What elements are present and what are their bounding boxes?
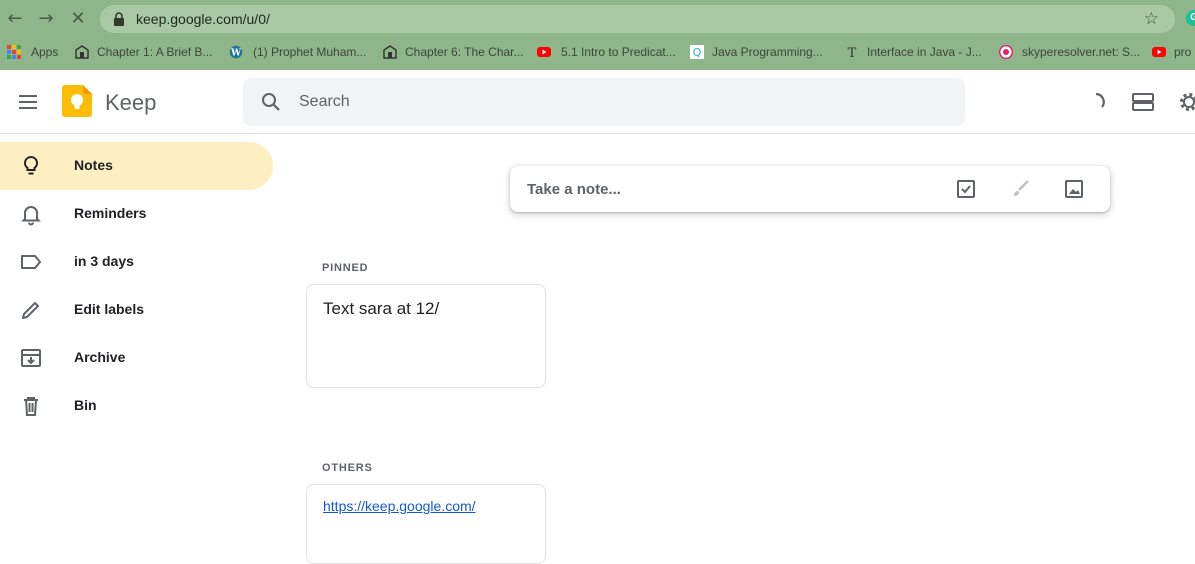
app-brand: Keep — [105, 90, 156, 116]
youtube-icon — [1152, 45, 1166, 59]
bookmark-label: Apps — [31, 43, 58, 61]
svg-text:W: W — [230, 49, 242, 59]
bookmark-label: skyperesolver.net: S... — [1022, 43, 1140, 61]
bookmark-label: Java Programming... — [712, 43, 823, 61]
archive-site-icon — [383, 45, 397, 59]
app-header: Keep — [0, 70, 1195, 134]
others-section-label: OTHERS — [322, 462, 373, 474]
search-input[interactable] — [299, 88, 939, 116]
take-note-placeholder: Take a note... — [527, 181, 621, 198]
sidebar-item-edit-labels[interactable]: Edit labels — [0, 286, 273, 334]
sidebar-item-bin[interactable]: Bin — [0, 382, 273, 430]
skype-resolver-icon — [999, 45, 1013, 59]
search-bar[interactable] — [243, 78, 965, 126]
new-drawing-brush-icon[interactable] — [1008, 177, 1032, 201]
trash-icon — [19, 394, 43, 418]
pinned-note-card[interactable]: Text sara at 12/ — [306, 284, 546, 388]
bookmark-label: Chapter 6: The Char... — [405, 43, 524, 61]
stop-loading-icon[interactable]: ✕ — [68, 9, 88, 29]
take-note-bar[interactable]: Take a note... — [510, 166, 1110, 212]
search-icon[interactable] — [261, 92, 281, 112]
sidebar-item-label: Archive — [74, 349, 125, 365]
bell-icon — [19, 202, 43, 226]
sidebar-item-label-in-3-days[interactable]: in 3 days — [0, 238, 273, 286]
sidebar-item-label: Notes — [74, 157, 113, 173]
back-arrow-icon[interactable]: ← — [5, 9, 25, 29]
sidebar-item-reminders[interactable]: Reminders — [0, 190, 273, 238]
svg-text:Q: Q — [693, 46, 702, 59]
sidebar-item-label: Reminders — [74, 205, 146, 221]
sidebar-nav: Notes Reminders in 3 days Edit labels Ar… — [0, 142, 280, 430]
list-view-icon[interactable] — [1131, 90, 1155, 114]
sidebar-item-archive[interactable]: Archive — [0, 334, 273, 382]
note-text: Text sara at 12/ — [323, 299, 439, 319]
other-note-card[interactable]: https://keep.google.com/ — [306, 484, 546, 564]
note-link[interactable]: https://keep.google.com/ — [323, 498, 476, 514]
bookmark-label: (1) Prophet Muham... — [253, 43, 366, 61]
pencil-icon — [19, 298, 43, 322]
sidebar-item-label: in 3 days — [74, 253, 134, 269]
wordpress-icon: W — [229, 45, 243, 59]
bookmark-label: Chapter 1: A Brief B... — [97, 43, 212, 61]
loading-spinner-icon — [1084, 90, 1108, 114]
label-icon — [19, 250, 43, 274]
new-list-checkbox-icon[interactable] — [954, 177, 978, 201]
lock-icon — [113, 12, 125, 26]
grammarly-extension-icon[interactable]: G — [1186, 10, 1195, 26]
archive-icon — [19, 346, 43, 370]
bookmark-star-icon[interactable]: ☆ — [1144, 9, 1159, 29]
bookmarks-bar: Apps Chapter 1: A Brief B... W (1) Proph… — [0, 40, 1195, 62]
apps-grid-icon — [7, 45, 21, 59]
youtube-icon — [537, 45, 551, 59]
t-site-icon: T — [845, 45, 859, 59]
sidebar-item-label: Bin — [74, 397, 97, 413]
pinned-section-label: PINNED — [322, 262, 368, 274]
url-text: keep.google.com/u/0/ — [136, 11, 270, 27]
settings-gear-icon[interactable] — [1177, 90, 1195, 114]
sidebar-item-notes[interactable]: Notes — [0, 142, 273, 190]
bookmark-label: Interface in Java - J... — [867, 43, 982, 61]
svg-text:T: T — [848, 46, 857, 59]
browser-chrome: ← → ✕ keep.google.com/u/0/ ☆ G Apps — [0, 0, 1195, 70]
q-site-icon: Q — [690, 45, 704, 59]
browser-toolbar: ← → ✕ keep.google.com/u/0/ ☆ G — [0, 0, 1195, 38]
lightbulb-icon — [19, 154, 43, 178]
sidebar-item-label: Edit labels — [74, 301, 144, 317]
address-bar[interactable]: keep.google.com/u/0/ ☆ — [100, 5, 1175, 33]
keep-logo-icon — [60, 84, 94, 118]
new-image-icon[interactable] — [1062, 177, 1086, 201]
main-menu-icon[interactable] — [17, 92, 39, 112]
forward-arrow-icon[interactable]: → — [36, 9, 56, 29]
archive-site-icon — [75, 45, 89, 59]
bookmark-label: 5.1 Intro to Predicat... — [561, 43, 676, 61]
bookmark-label: pro — [1174, 43, 1191, 61]
